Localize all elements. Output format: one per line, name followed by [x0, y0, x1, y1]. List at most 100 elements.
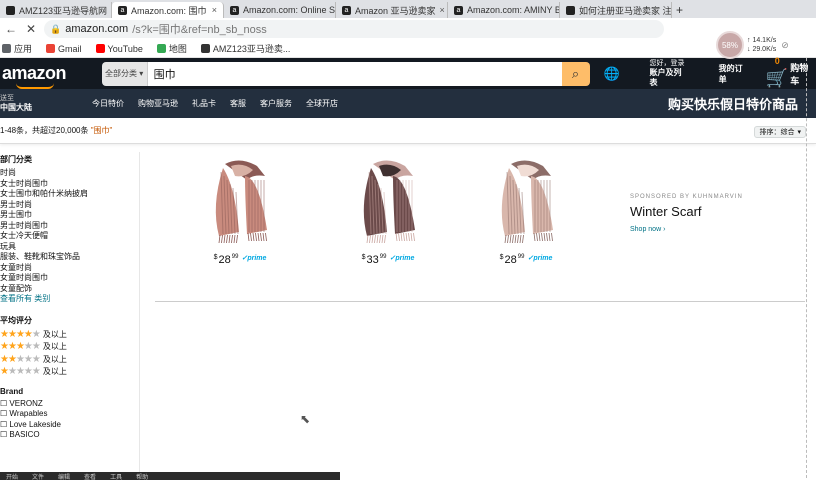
product-card[interactable]: $33 99 ✓prime — [343, 156, 433, 266]
department-link[interactable]: 时尚 — [0, 168, 139, 179]
brand-filter[interactable]: ☐ VERONZ — [0, 399, 139, 410]
taskbar-item[interactable]: 工具 — [110, 472, 122, 481]
department-link[interactable]: 女士围巾和帕什米纳披肩 — [0, 189, 139, 200]
review-filter-label: 及以上 — [42, 354, 67, 364]
amazon-logo[interactable]: amazon — [0, 63, 98, 89]
brand-filter[interactable]: ☐ Wrapables — [0, 409, 139, 420]
deliver-to[interactable]: 送至 中国大陆 — [0, 94, 92, 113]
bookmark-youtube[interactable]: YouTube — [95, 44, 143, 54]
tab-favicon-icon — [6, 5, 15, 15]
scarf-image — [215, 160, 267, 244]
stop-loading-button[interactable]: ✕ — [24, 22, 38, 36]
review-filter-4-stars[interactable]: ★★★★★ 及以上 — [0, 329, 139, 342]
product-image[interactable] — [195, 156, 285, 246]
brand-heading: Brand — [0, 386, 24, 396]
download-speed: ↓ 29.0K/s — [747, 46, 777, 53]
memory-usage-gauge: 58% — [716, 31, 744, 59]
amazon-favicon-icon: a — [454, 5, 463, 15]
network-speed-widget[interactable]: 58% ↑ 14.1K/s ↓ 29.0K/s ⊘ — [716, 30, 790, 60]
shop-now-link[interactable]: Shop now › — [630, 226, 743, 233]
product-price: $33 99 ✓prime — [361, 254, 415, 266]
department-link[interactable]: 女童时尚围巾 — [0, 273, 139, 284]
scarf-image — [501, 160, 553, 244]
window-edge — [806, 58, 816, 478]
department-link[interactable]: 服装、鞋靴和珠宝饰品 — [0, 252, 139, 263]
browser-tab-2[interactable]: a Amazon.com: 围巾 × — [112, 2, 224, 18]
department-link[interactable]: 女士冷天便帽 — [0, 231, 139, 242]
bookmark-maps[interactable]: 地图 — [156, 42, 187, 55]
mouse-cursor-icon: ⬉ — [300, 412, 311, 426]
bookmark-gmail[interactable]: Gmail — [46, 44, 82, 54]
department-link[interactable]: 女童配饰 — [0, 284, 139, 295]
orders-link[interactable]: 我的订单 — [719, 63, 750, 85]
brand-filter[interactable]: ☐ BASICO — [0, 430, 139, 441]
see-all-categories-link[interactable]: 查看所有 类别 — [0, 294, 139, 305]
review-filter-label: 及以上 — [42, 329, 67, 339]
taskbar-item[interactable]: 开始 — [6, 472, 18, 481]
taskbar-item[interactable]: 编辑 — [58, 472, 70, 481]
apps-icon — [2, 44, 11, 53]
product-price: $28 99 ✓prime — [499, 254, 553, 266]
star-rating-icon: ★★★★★ — [0, 353, 41, 365]
sort-select[interactable]: 排序：综合 ▾ — [754, 126, 806, 138]
amazon-favicon-icon: a — [342, 5, 351, 15]
brand-filter[interactable]: ☐ Love Lakeside — [0, 420, 139, 431]
department-link[interactable]: 玩具 — [0, 242, 139, 253]
department-link[interactable]: 男士时尚 — [0, 200, 139, 211]
subnav-link[interactable]: 客户服务 — [260, 98, 292, 109]
star-rating-icon: ★★★★★ — [0, 328, 41, 340]
browser-tab-4[interactable]: a Amazon 亚马逊卖家 × — [336, 2, 448, 18]
subnav-link[interactable]: 今日特价 — [92, 98, 124, 109]
taskbar: 开始 文件 编辑 查看 工具 帮助 — [0, 472, 340, 481]
search-input[interactable]: 围巾 — [147, 61, 562, 86]
results-summary-bar: 1-48条，共超过20,000条 "围巾" — [0, 118, 816, 144]
browser-tab-strip: AMZ123亚马逊导航网× aAmazon.com: 围巾× aAmazon.c… — [0, 0, 816, 18]
star-rating-icon: ★★★★★ — [0, 366, 41, 377]
search-bar: 全部分类 ▾ 围巾 ⌕ — [101, 61, 590, 86]
browser-tab-6[interactable]: 如何注册亚马逊卖家 注册× — [560, 2, 672, 18]
lock-icon: 🔒 — [50, 23, 62, 34]
review-filter-label: 及以上 — [42, 342, 67, 351]
department-link[interactable]: 女童时尚 — [0, 263, 139, 274]
review-filter-2-stars[interactable]: ★★★★★ 及以上 — [0, 354, 139, 367]
search-department-select[interactable]: 全部分类 ▾ — [101, 61, 148, 86]
search-button[interactable]: ⌕ — [561, 61, 590, 86]
tab-close-icon[interactable]: × — [212, 5, 217, 15]
globe-icon[interactable]: 🌐 — [604, 66, 620, 82]
upload-speed: ↑ 14.1K/s — [747, 37, 777, 44]
product-card[interactable]: $28 99 ✓prime — [481, 156, 571, 266]
new-tab-button[interactable]: + — [676, 2, 683, 18]
sponsored-ad[interactable]: SPONSORED BY KUHNMARVIN Winter Scarf Sho… — [630, 194, 743, 233]
subnav-link[interactable]: 礼品卡 — [192, 98, 216, 109]
subnav-link[interactable]: 购物亚马逊 — [138, 98, 178, 109]
holiday-promo-banner[interactable]: 购买快乐假日特价商品 — [668, 94, 798, 113]
prime-badge: ✓prime — [241, 255, 267, 262]
bookmark-amz123[interactable]: AMZ123亚马逊卖... — [200, 42, 290, 55]
amazon-favicon-icon: a — [118, 5, 127, 15]
product-card[interactable]: $28 99 ✓prime — [195, 156, 285, 266]
department-link[interactable]: 男士时尚围巾 — [0, 221, 139, 232]
taskbar-item[interactable]: 查看 — [84, 472, 96, 481]
back-button[interactable]: ← — [4, 22, 18, 36]
subnav-link[interactable]: 全球开店 — [306, 98, 338, 109]
department-link[interactable]: 男士围巾 — [0, 210, 139, 221]
browser-tab-5[interactable]: aAmazon.com: AMINY B× — [448, 2, 560, 18]
browser-tab-3[interactable]: aAmazon.com: Online Sh× — [224, 2, 336, 18]
address-bar[interactable]: 🔒 amazon.com/s?k=围巾&ref=nb_sb_noss — [44, 20, 664, 38]
subnav-link[interactable]: 客服 — [230, 98, 246, 109]
bookmarks-bar: 应用 Gmail YouTube 地图 AMZ123亚马逊卖... — [0, 40, 816, 58]
tab-close-icon[interactable]: × — [440, 5, 445, 15]
browser-toolbar: ← ✕ 🔒 amazon.com/s?k=围巾&ref=nb_sb_noss — [0, 18, 816, 40]
review-filter-3-stars[interactable]: ★★★★★ 及以上 — [0, 341, 139, 354]
department-link[interactable]: 女士时尚围巾 — [0, 179, 139, 190]
bookmark-apps[interactable]: 应用 — [2, 42, 32, 55]
close-icon[interactable]: ⊘ — [781, 40, 789, 51]
product-image[interactable] — [481, 156, 571, 246]
review-filter-1-stars[interactable]: ★★★★★ 及以上 — [0, 366, 139, 379]
product-image[interactable] — [343, 156, 433, 246]
taskbar-item[interactable]: 帮助 — [136, 472, 148, 481]
sponsored-title[interactable]: Winter Scarf — [630, 204, 743, 219]
account-menu[interactable]: 您好，登录 账户及列表 — [650, 59, 689, 88]
browser-tab-1[interactable]: AMZ123亚马逊导航网× — [0, 2, 112, 18]
taskbar-item[interactable]: 文件 — [32, 472, 44, 481]
